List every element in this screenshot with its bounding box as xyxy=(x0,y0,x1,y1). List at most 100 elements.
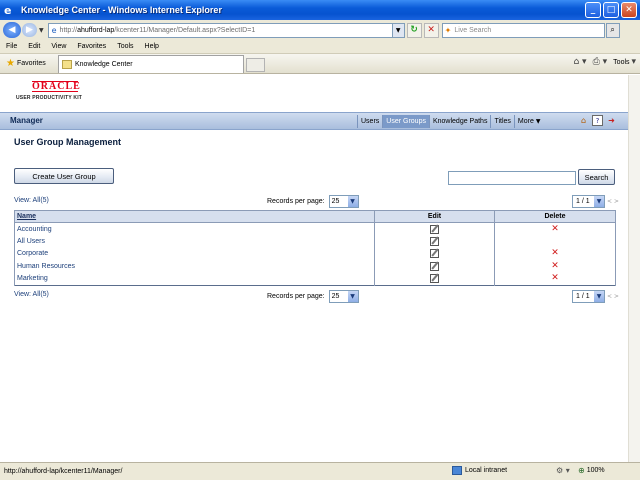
status-text: http://ahufford-lap/kcenter11/Manager/ xyxy=(4,468,123,475)
edit-cell xyxy=(374,260,495,273)
oracle-logo-text: ORACLE xyxy=(32,81,81,92)
page-nav-arrows[interactable]: < > xyxy=(607,198,619,205)
nav-links: Users User Groups Knowledge Paths Titles… xyxy=(357,115,544,128)
home-page-icon[interactable]: ⌂ ▾ xyxy=(573,57,586,67)
pager-top: 1 / 1 ▼ < > xyxy=(572,195,619,208)
search-go-button[interactable]: ⌕ xyxy=(605,22,620,38)
page-nav-arrows[interactable]: < > xyxy=(607,293,619,300)
delete-cell: ✕ xyxy=(494,260,616,273)
tab-title: Knowledge Center xyxy=(75,61,133,68)
window-controls: _ □ ✕ xyxy=(585,2,637,18)
stop-button[interactable]: ✕ xyxy=(423,22,439,38)
nav-more[interactable]: More ▼ xyxy=(513,115,544,128)
window-title: Knowledge Center - Windows Internet Expl… xyxy=(21,5,222,15)
tools-menu[interactable]: Tools ▾ xyxy=(613,57,636,67)
records-per-page-select[interactable]: 25 ▼ xyxy=(328,290,359,303)
user-groups-table: Name Edit Delete Accounting ✕ All Users Cor… xyxy=(14,210,616,286)
minimize-button[interactable]: _ xyxy=(585,2,601,18)
nav-users[interactable]: Users xyxy=(357,115,382,128)
records-per-page-label: Records per page: xyxy=(267,293,325,300)
pager-bottom: 1 / 1 ▼ < > xyxy=(572,290,619,303)
page-title: User Group Management xyxy=(14,137,122,147)
edit-icon[interactable] xyxy=(430,274,439,283)
menu-favorites[interactable]: Favorites xyxy=(77,43,106,50)
chevron-down-icon: ▼ xyxy=(594,196,604,207)
intranet-zone-icon xyxy=(452,466,462,475)
delete-icon[interactable]: ✕ xyxy=(551,224,559,234)
close-button[interactable]: ✕ xyxy=(621,2,637,18)
refresh-icon: ↻ xyxy=(410,25,418,35)
nav-knowledge-paths[interactable]: Knowledge Paths xyxy=(428,115,490,128)
records-per-page-select[interactable]: 25 ▼ xyxy=(328,195,359,208)
maximize-button[interactable]: □ xyxy=(603,2,619,18)
page-content: ORACLE USER PRODUCTIVITY KIT Manager Use… xyxy=(0,75,628,462)
search-button[interactable]: Search xyxy=(578,169,615,185)
group-name-link[interactable]: Marketing xyxy=(14,272,375,285)
address-dropdown-icon[interactable]: ▼ xyxy=(392,22,405,38)
group-name-link[interactable]: Accounting xyxy=(14,222,375,235)
records-per-page-value: 25 xyxy=(331,293,340,300)
delete-cell xyxy=(494,235,616,248)
chevron-down-icon: ▼ xyxy=(347,291,358,302)
favorites-button[interactable]: ★ Favorites xyxy=(6,58,46,69)
menu-edit[interactable]: Edit xyxy=(28,43,40,50)
delete-icon[interactable]: ✕ xyxy=(551,261,559,271)
page-select[interactable]: 1 / 1 ▼ xyxy=(572,290,605,303)
create-user-group-button[interactable]: Create User Group xyxy=(14,168,114,184)
edit-icon[interactable] xyxy=(430,236,439,246)
group-name-link[interactable]: Human Resources xyxy=(14,260,375,273)
command-bar: ⌂ ▾ ⎙ ▾ Tools ▾ xyxy=(573,57,636,67)
records-per-page-top: Records per page: 25 ▼ xyxy=(267,195,359,208)
vertical-scrollbar[interactable] xyxy=(628,75,640,462)
print-icon[interactable]: ⎙ ▾ xyxy=(593,57,608,67)
oracle-upk-logo: ORACLE USER PRODUCTIVITY KIT xyxy=(16,81,94,101)
delete-icon[interactable]: ✕ xyxy=(551,273,559,283)
menu-file[interactable]: File xyxy=(6,43,17,50)
new-tab-button[interactable] xyxy=(246,58,265,72)
records-per-page-bottom: Records per page: 25 ▼ xyxy=(267,290,359,303)
history-dropdown-icon[interactable]: ▼ xyxy=(39,27,44,34)
search-input[interactable] xyxy=(448,171,576,185)
group-name-link[interactable]: All Users xyxy=(14,235,375,248)
back-button[interactable]: ◀ xyxy=(3,22,21,38)
caret-down-icon: ▼ xyxy=(535,118,541,125)
chevron-down-icon: ▾ xyxy=(631,57,636,67)
star-icon: ★ xyxy=(6,58,15,69)
refresh-button[interactable]: ↻ xyxy=(406,22,422,38)
nav-icons: ⌂ ? ➜ xyxy=(578,115,617,126)
edit-icon[interactable] xyxy=(430,261,439,271)
nav-user-groups[interactable]: User Groups xyxy=(382,115,429,128)
url-path: /kcenter11/Manager/Default.aspx?SelectID… xyxy=(114,26,256,34)
page-select[interactable]: 1 / 1 ▼ xyxy=(572,195,605,208)
favorites-label: Favorites xyxy=(16,60,46,67)
address-toolbar: ◀ ▶ ▼ e http://ahufford-lap/kcenter11/Ma… xyxy=(0,20,640,40)
address-input[interactable]: e http://ahufford-lap/kcenter11/Manager/… xyxy=(47,22,393,38)
edit-icon[interactable] xyxy=(430,224,439,234)
group-name-link[interactable]: Corporate xyxy=(14,247,375,260)
zoom-control[interactable]: ⊕ 100% xyxy=(578,466,605,475)
delete-icon[interactable]: ✕ xyxy=(551,248,559,258)
zoom-icon: ⊕ xyxy=(578,466,585,475)
view-all-link-bottom[interactable]: View: All(5) xyxy=(14,291,49,298)
page-value: 1 / 1 xyxy=(576,293,590,300)
help-icon[interactable]: ? xyxy=(592,115,603,126)
zone-label: Local intranet xyxy=(465,467,508,474)
window-title-bar: e Knowledge Center - Windows Internet Ex… xyxy=(0,0,640,20)
protected-mode-icon[interactable]: ⚙ ▾ xyxy=(556,466,570,475)
nav-titles[interactable]: Titles xyxy=(490,115,513,128)
table-row: All Users xyxy=(14,235,616,248)
edit-icon[interactable] xyxy=(430,249,439,259)
live-search-icon: ✦ xyxy=(444,25,452,35)
logout-icon[interactable]: ➜ xyxy=(606,115,617,126)
browser-tab[interactable]: Knowledge Center xyxy=(58,55,244,73)
security-zone[interactable]: Local intranet xyxy=(452,466,507,475)
view-all-link[interactable]: View: All(5) xyxy=(14,197,49,204)
forward-button[interactable]: ▶ xyxy=(22,23,37,37)
menu-tools[interactable]: Tools xyxy=(117,43,133,50)
live-search-input[interactable]: ✦ Live Search xyxy=(441,22,605,38)
column-name-header[interactable]: Name xyxy=(14,210,375,223)
menu-view[interactable]: View xyxy=(51,43,66,50)
chevron-down-icon: ▼ xyxy=(347,196,358,207)
menu-help[interactable]: Help xyxy=(145,43,159,50)
home-icon[interactable]: ⌂ xyxy=(578,115,589,126)
